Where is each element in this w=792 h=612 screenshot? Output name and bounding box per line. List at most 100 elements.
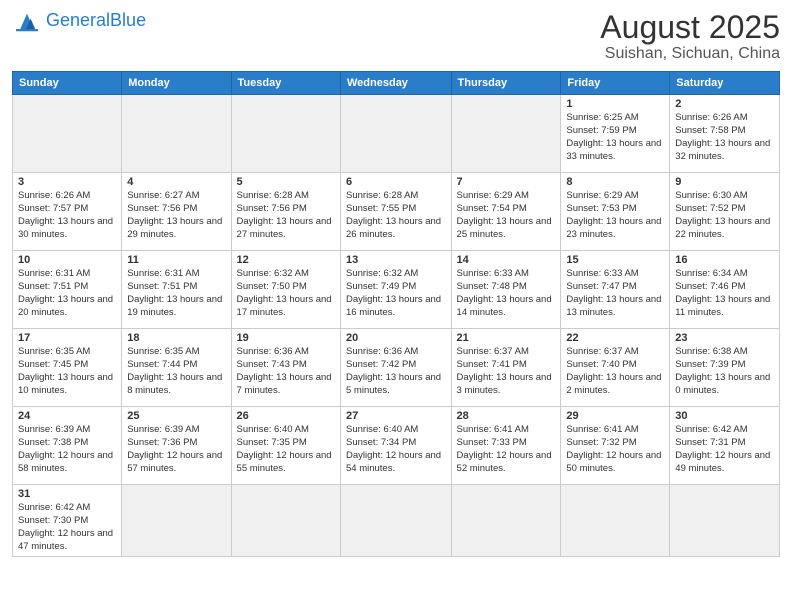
table-row: 15 Sunrise: 6:33 AM Sunset: 7:47 PM Dayli… <box>561 251 670 329</box>
day-detail: Sunrise: 6:26 AM Sunset: 7:57 PM Dayligh… <box>18 190 116 241</box>
calendar-subtitle: Suishan, Sichuan, China <box>600 45 780 63</box>
table-row: 13Sunrise: 6:32 AM Sunset: 7:49 PM Dayli… <box>341 251 452 329</box>
day-detail: Sunrise: 6:26 AM Sunset: 7:58 PM Dayligh… <box>675 112 774 163</box>
calendar-week-row: 24 Sunrise: 6:39 AM Sunset: 7:38 PM Dayli… <box>13 407 780 485</box>
day-detail: Sunrise: 6:39 AM Sunset: 7:38 PM Dayligh… <box>18 424 116 475</box>
day-detail: Sunrise: 6:29 AM Sunset: 7:53 PM Dayligh… <box>566 190 664 241</box>
day-number: 29 <box>566 410 664 422</box>
table-row: 18Sunrise: 6:35 AM Sunset: 7:44 PM Dayli… <box>122 329 231 407</box>
table-row <box>231 95 340 173</box>
calendar-week-row: 17Sunrise: 6:35 AM Sunset: 7:45 PM Dayli… <box>13 329 780 407</box>
day-detail: Sunrise: 6:33 AM Sunset: 7:47 PM Dayligh… <box>566 268 664 319</box>
day-number: 13 <box>346 254 446 266</box>
table-row: 19 Sunrise: 6:36 AM Sunset: 7:43 PM Dayli… <box>231 329 340 407</box>
col-monday: Monday <box>122 72 231 95</box>
day-number: 18 <box>127 332 225 344</box>
col-tuesday: Tuesday <box>231 72 340 95</box>
col-wednesday: Wednesday <box>341 72 452 95</box>
day-detail: Sunrise: 6:32 AM Sunset: 7:50 PM Dayligh… <box>237 268 335 319</box>
table-row: 29Sunrise: 6:41 AM Sunset: 7:32 PM Dayli… <box>561 407 670 485</box>
day-detail: Sunrise: 6:37 AM Sunset: 7:40 PM Dayligh… <box>566 346 664 397</box>
day-detail: Sunrise: 6:28 AM Sunset: 7:55 PM Dayligh… <box>346 190 446 241</box>
day-detail: Sunrise: 6:30 AM Sunset: 7:52 PM Dayligh… <box>675 190 774 241</box>
day-detail: Sunrise: 6:38 AM Sunset: 7:39 PM Dayligh… <box>675 346 774 397</box>
table-row <box>122 485 231 557</box>
table-row <box>670 485 780 557</box>
table-row <box>341 95 452 173</box>
day-number: 4 <box>127 176 225 188</box>
table-row <box>231 485 340 557</box>
day-number: 17 <box>18 332 116 344</box>
table-row <box>561 485 670 557</box>
logo-blue-text: Blue <box>110 10 146 30</box>
table-row: 28Sunrise: 6:41 AM Sunset: 7:33 PM Dayli… <box>451 407 561 485</box>
table-row: 3 Sunrise: 6:26 AM Sunset: 7:57 PM Daylig… <box>13 173 122 251</box>
table-row <box>13 95 122 173</box>
col-saturday: Saturday <box>670 72 780 95</box>
table-row: 26Sunrise: 6:40 AM Sunset: 7:35 PM Dayli… <box>231 407 340 485</box>
page: GeneralBlue August 2025 Suishan, Sichuan… <box>0 0 792 612</box>
day-number: 22 <box>566 332 664 344</box>
calendar-week-row: 10 Sunrise: 6:31 AM Sunset: 7:51 PM Dayli… <box>13 251 780 329</box>
day-number: 6 <box>346 176 446 188</box>
day-detail: Sunrise: 6:29 AM Sunset: 7:54 PM Dayligh… <box>457 190 556 241</box>
day-number: 12 <box>237 254 335 266</box>
day-number: 23 <box>675 332 774 344</box>
day-detail: Sunrise: 6:25 AM Sunset: 7:59 PM Dayligh… <box>566 112 664 163</box>
day-detail: Sunrise: 6:27 AM Sunset: 7:56 PM Dayligh… <box>127 190 225 241</box>
table-row: 4 Sunrise: 6:27 AM Sunset: 7:56 PM Daylig… <box>122 173 231 251</box>
day-detail: Sunrise: 6:33 AM Sunset: 7:48 PM Dayligh… <box>457 268 556 319</box>
table-row: 25 Sunrise: 6:39 AM Sunset: 7:36 PM Dayli… <box>122 407 231 485</box>
table-row: 9Sunrise: 6:30 AM Sunset: 7:52 PM Daylig… <box>670 173 780 251</box>
day-number: 15 <box>566 254 664 266</box>
table-row: 10 Sunrise: 6:31 AM Sunset: 7:51 PM Dayli… <box>13 251 122 329</box>
table-row: 20 Sunrise: 6:36 AM Sunset: 7:42 PM Dayli… <box>341 329 452 407</box>
day-number: 7 <box>457 176 556 188</box>
table-row <box>451 485 561 557</box>
day-number: 8 <box>566 176 664 188</box>
table-row: 7 Sunrise: 6:29 AM Sunset: 7:54 PM Daylig… <box>451 173 561 251</box>
day-number: 30 <box>675 410 774 422</box>
calendar-header-row: Sunday Monday Tuesday Wednesday Thursday… <box>13 72 780 95</box>
table-row <box>451 95 561 173</box>
table-row: 14Sunrise: 6:33 AM Sunset: 7:48 PM Dayli… <box>451 251 561 329</box>
table-row: 24 Sunrise: 6:39 AM Sunset: 7:38 PM Dayli… <box>13 407 122 485</box>
day-number: 19 <box>237 332 335 344</box>
day-number: 20 <box>346 332 446 344</box>
calendar-title: August 2025 <box>600 10 780 45</box>
table-row: 12 Sunrise: 6:32 AM Sunset: 7:50 PM Dayli… <box>231 251 340 329</box>
day-number: 24 <box>18 410 116 422</box>
table-row: 22 Sunrise: 6:37 AM Sunset: 7:40 PM Dayli… <box>561 329 670 407</box>
day-detail: Sunrise: 6:31 AM Sunset: 7:51 PM Dayligh… <box>18 268 116 319</box>
day-detail: Sunrise: 6:42 AM Sunset: 7:30 PM Dayligh… <box>18 502 116 553</box>
day-number: 25 <box>127 410 225 422</box>
table-row: 2 Sunrise: 6:26 AM Sunset: 7:58 PM Daylig… <box>670 95 780 173</box>
day-detail: Sunrise: 6:31 AM Sunset: 7:51 PM Dayligh… <box>127 268 225 319</box>
table-row <box>341 485 452 557</box>
header: GeneralBlue August 2025 Suishan, Sichuan… <box>12 10 780 63</box>
day-number: 2 <box>675 98 774 110</box>
table-row: 21Sunrise: 6:37 AM Sunset: 7:41 PM Dayli… <box>451 329 561 407</box>
day-detail: Sunrise: 6:42 AM Sunset: 7:31 PM Dayligh… <box>675 424 774 475</box>
logo: GeneralBlue <box>12 10 146 32</box>
logo-text: GeneralBlue <box>46 11 146 31</box>
day-detail: Sunrise: 6:37 AM Sunset: 7:41 PM Dayligh… <box>457 346 556 397</box>
day-detail: Sunrise: 6:41 AM Sunset: 7:33 PM Dayligh… <box>457 424 556 475</box>
day-detail: Sunrise: 6:39 AM Sunset: 7:36 PM Dayligh… <box>127 424 225 475</box>
col-friday: Friday <box>561 72 670 95</box>
day-number: 27 <box>346 410 446 422</box>
day-number: 5 <box>237 176 335 188</box>
day-number: 3 <box>18 176 116 188</box>
day-detail: Sunrise: 6:36 AM Sunset: 7:43 PM Dayligh… <box>237 346 335 397</box>
day-detail: Sunrise: 6:36 AM Sunset: 7:42 PM Dayligh… <box>346 346 446 397</box>
table-row <box>122 95 231 173</box>
table-row: 6 Sunrise: 6:28 AM Sunset: 7:55 PM Daylig… <box>341 173 452 251</box>
table-row: 1 Sunrise: 6:25 AM Sunset: 7:59 PM Daylig… <box>561 95 670 173</box>
day-number: 10 <box>18 254 116 266</box>
day-detail: Sunrise: 6:28 AM Sunset: 7:56 PM Dayligh… <box>237 190 335 241</box>
col-sunday: Sunday <box>13 72 122 95</box>
table-row: 8 Sunrise: 6:29 AM Sunset: 7:53 PM Daylig… <box>561 173 670 251</box>
day-number: 1 <box>566 98 664 110</box>
title-block: August 2025 Suishan, Sichuan, China <box>600 10 780 63</box>
logo-general-text: General <box>46 10 110 30</box>
